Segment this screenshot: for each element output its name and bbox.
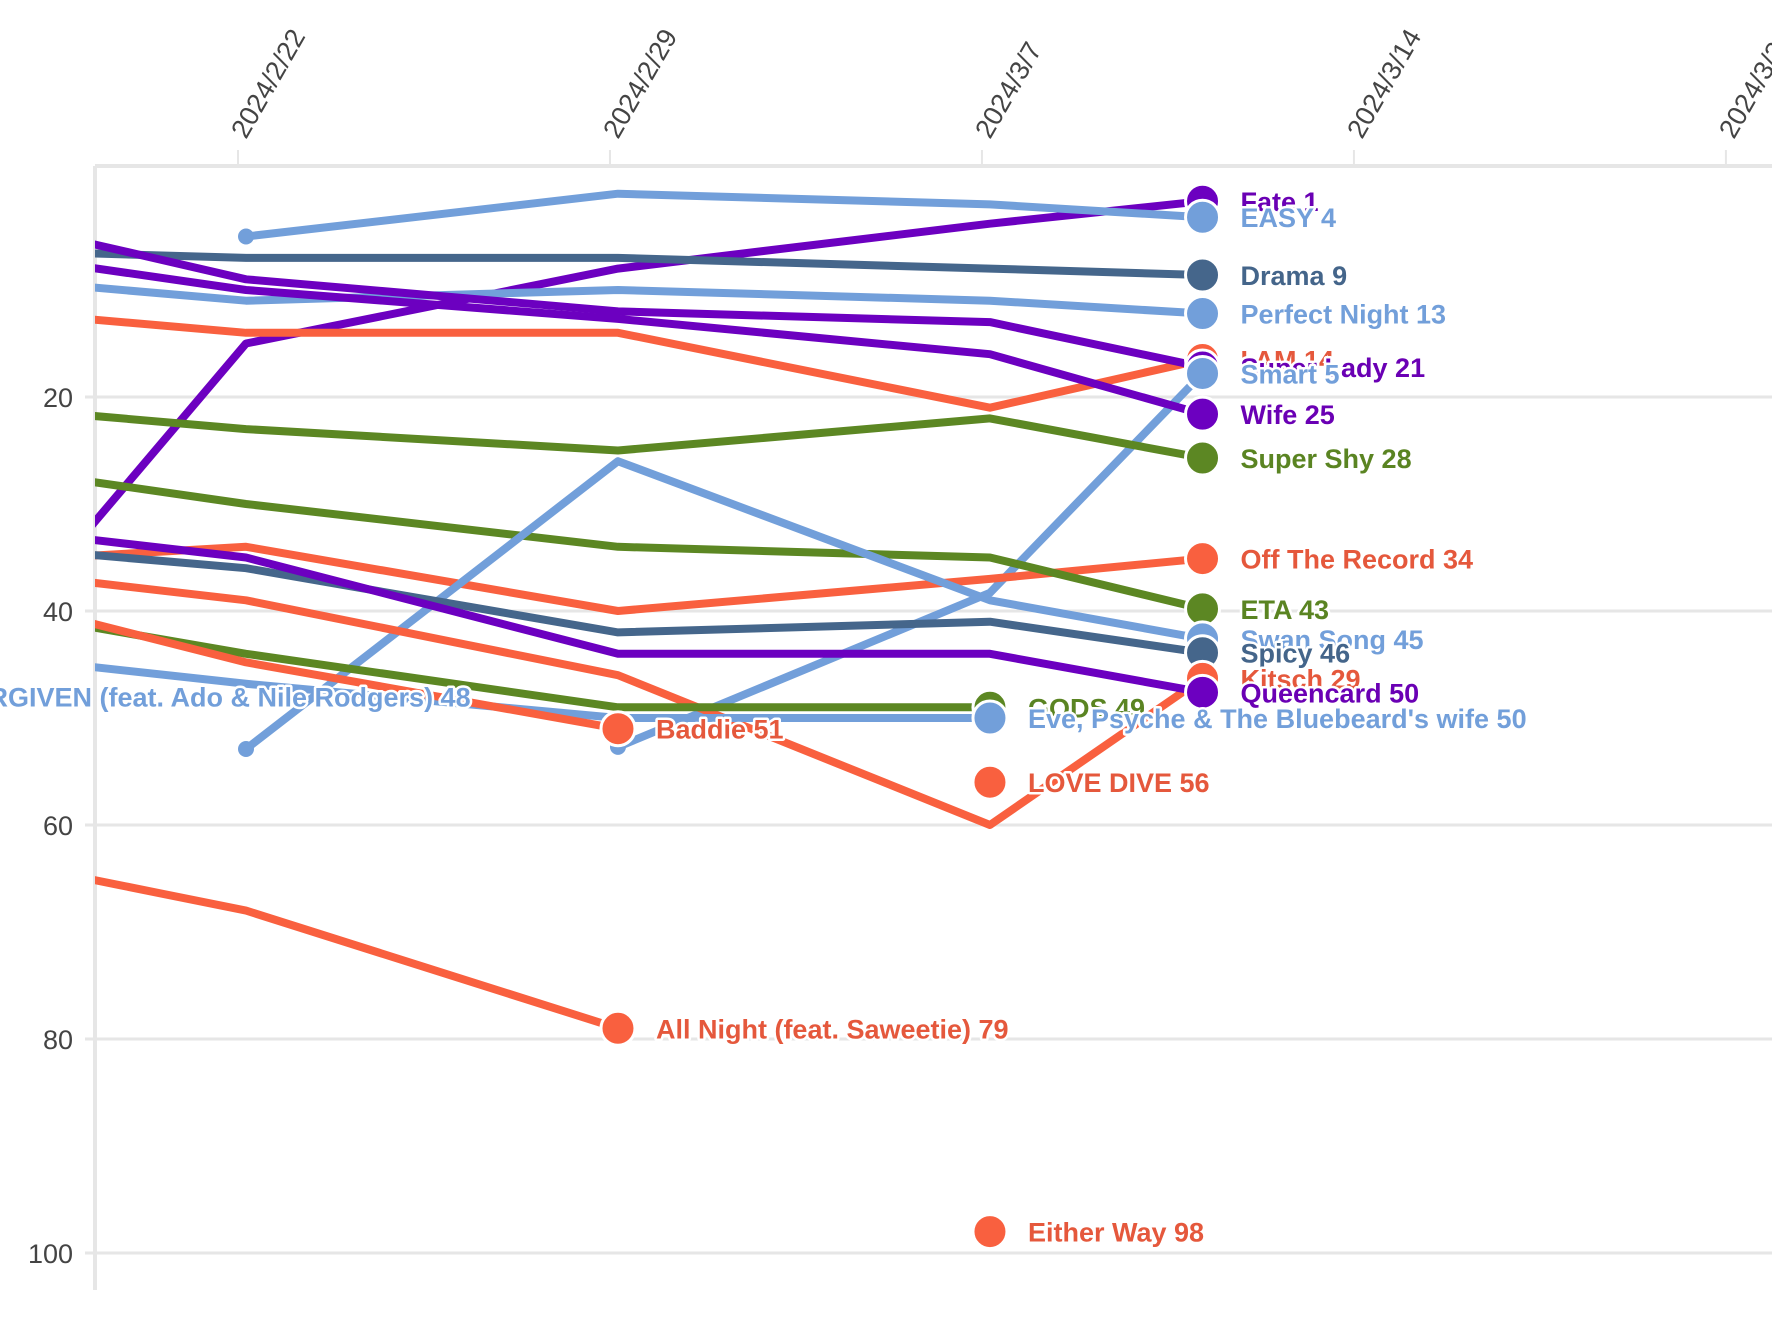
series-label: LOVE DIVE 56 <box>1028 768 1210 798</box>
series-label: EASY 4 <box>1241 203 1337 233</box>
series-label: Smart 5 <box>1241 359 1340 389</box>
series-end-dot <box>971 699 1009 737</box>
series-label: UNFORGIVEN (feat. Ado & Nile Rodgers) 48 <box>0 683 471 713</box>
series-label: Off The Record 34 <box>1241 545 1474 575</box>
series-label: Super Shy 28 <box>1241 444 1412 474</box>
series-label: Perfect Night 13 <box>1241 300 1447 330</box>
series-end-dot <box>599 710 637 748</box>
series-end-dot <box>971 763 1009 801</box>
series-end-dot <box>1184 295 1222 333</box>
series-labels: Fate 1EASY 4Drama 9Perfect Night 13I AM … <box>0 185 1529 1250</box>
series-line <box>616 370 1206 751</box>
y-tick-label: 60 <box>43 811 73 841</box>
y-tick-label: 20 <box>43 383 73 413</box>
series-label: Drama 9 <box>1241 261 1348 291</box>
series-line <box>95 412 1204 462</box>
series-start-dot <box>238 228 254 245</box>
series-label: Baddie 51 <box>656 715 784 745</box>
x-axis: 2024/2/22 2024/2/29 2024/3/7 2024/3/14 2024/… <box>225 24 1772 166</box>
series-start-dot <box>238 741 254 758</box>
x-tick-label: 2024/3/7 <box>969 37 1048 143</box>
series-end-dot <box>1184 439 1222 477</box>
series-end-dot <box>1184 354 1222 392</box>
series-label: All Night (feat. Saweetie) 79 <box>656 1014 1009 1044</box>
series-label: Eve, Psyche & The Bluebeard's wife 50 <box>1028 704 1527 734</box>
rank-line-chart: 2024/2/22 2024/2/29 2024/3/7 2024/3/14 2024/… <box>0 24 1772 1290</box>
y-tick-label: 80 <box>43 1025 73 1055</box>
y-tick-label: 100 <box>28 1239 73 1269</box>
series-end-dot <box>599 1009 637 1047</box>
series-end-dot <box>971 1213 1009 1251</box>
series-label: ETA 43 <box>1241 595 1330 625</box>
x-tick-label: 2024/3/14 <box>1341 24 1427 143</box>
y-axis: 20 40 60 80 100 <box>28 383 73 1269</box>
x-tick-label: 2024/3/21 <box>1713 24 1772 143</box>
series-line <box>95 876 620 1033</box>
series-end-dot <box>1184 540 1222 578</box>
x-tick-label: 2024/2/29 <box>597 24 683 143</box>
series-label: Either Way 98 <box>1028 1218 1204 1248</box>
series-label: Wife 25 <box>1241 400 1335 430</box>
y-tick-label: 40 <box>43 597 73 627</box>
series-end-dot <box>1184 256 1222 294</box>
series-end-dot <box>1184 198 1222 236</box>
series-end-dot <box>1184 395 1222 433</box>
x-tick-label: 2024/2/22 <box>225 24 311 143</box>
